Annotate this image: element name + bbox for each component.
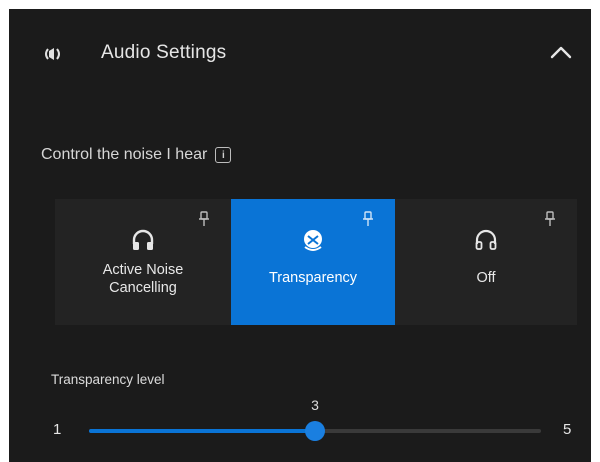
slider-value-label: 3 (311, 397, 319, 413)
chevron-up-icon (550, 45, 572, 64)
pin-icon[interactable] (197, 211, 211, 227)
headphones-icon (130, 227, 156, 253)
slider-track-fill (89, 429, 315, 433)
noise-control-label: Control the noise I hear i (41, 146, 232, 164)
mode-active-noise-cancelling[interactable]: Active Noise Cancelling (55, 199, 231, 325)
pin-icon[interactable] (543, 211, 557, 227)
transparency-level-label: Transparency level (51, 372, 165, 387)
panel-header[interactable]: Audio Settings (9, 9, 591, 97)
headphones-outline-icon (473, 227, 499, 253)
pin-icon[interactable] (361, 211, 375, 227)
slider-thumb[interactable] (305, 421, 325, 441)
transparency-icon (300, 227, 326, 253)
noise-mode-selector: Active Noise Cancelling Transparency Off (55, 199, 577, 325)
mode-transparency[interactable]: Transparency (231, 199, 395, 325)
mode-label: Active Noise Cancelling (102, 262, 184, 296)
mode-label: Transparency (268, 270, 358, 286)
collapse-button[interactable] (545, 39, 577, 69)
slider-min-label: 1 (53, 421, 62, 438)
speaker-icon (43, 41, 69, 67)
transparency-level-slider[interactable]: 1 3 5 (49, 397, 589, 447)
panel-title: Audio Settings (101, 42, 227, 63)
noise-control-label-text: Control the noise I hear (41, 146, 208, 163)
mode-label: Off (476, 270, 496, 286)
info-icon[interactable]: i (215, 147, 232, 163)
audio-settings-panel: Audio Settings Control the noise I hear … (9, 9, 591, 462)
mode-off[interactable]: Off (395, 199, 577, 325)
slider-max-label: 5 (563, 421, 572, 438)
